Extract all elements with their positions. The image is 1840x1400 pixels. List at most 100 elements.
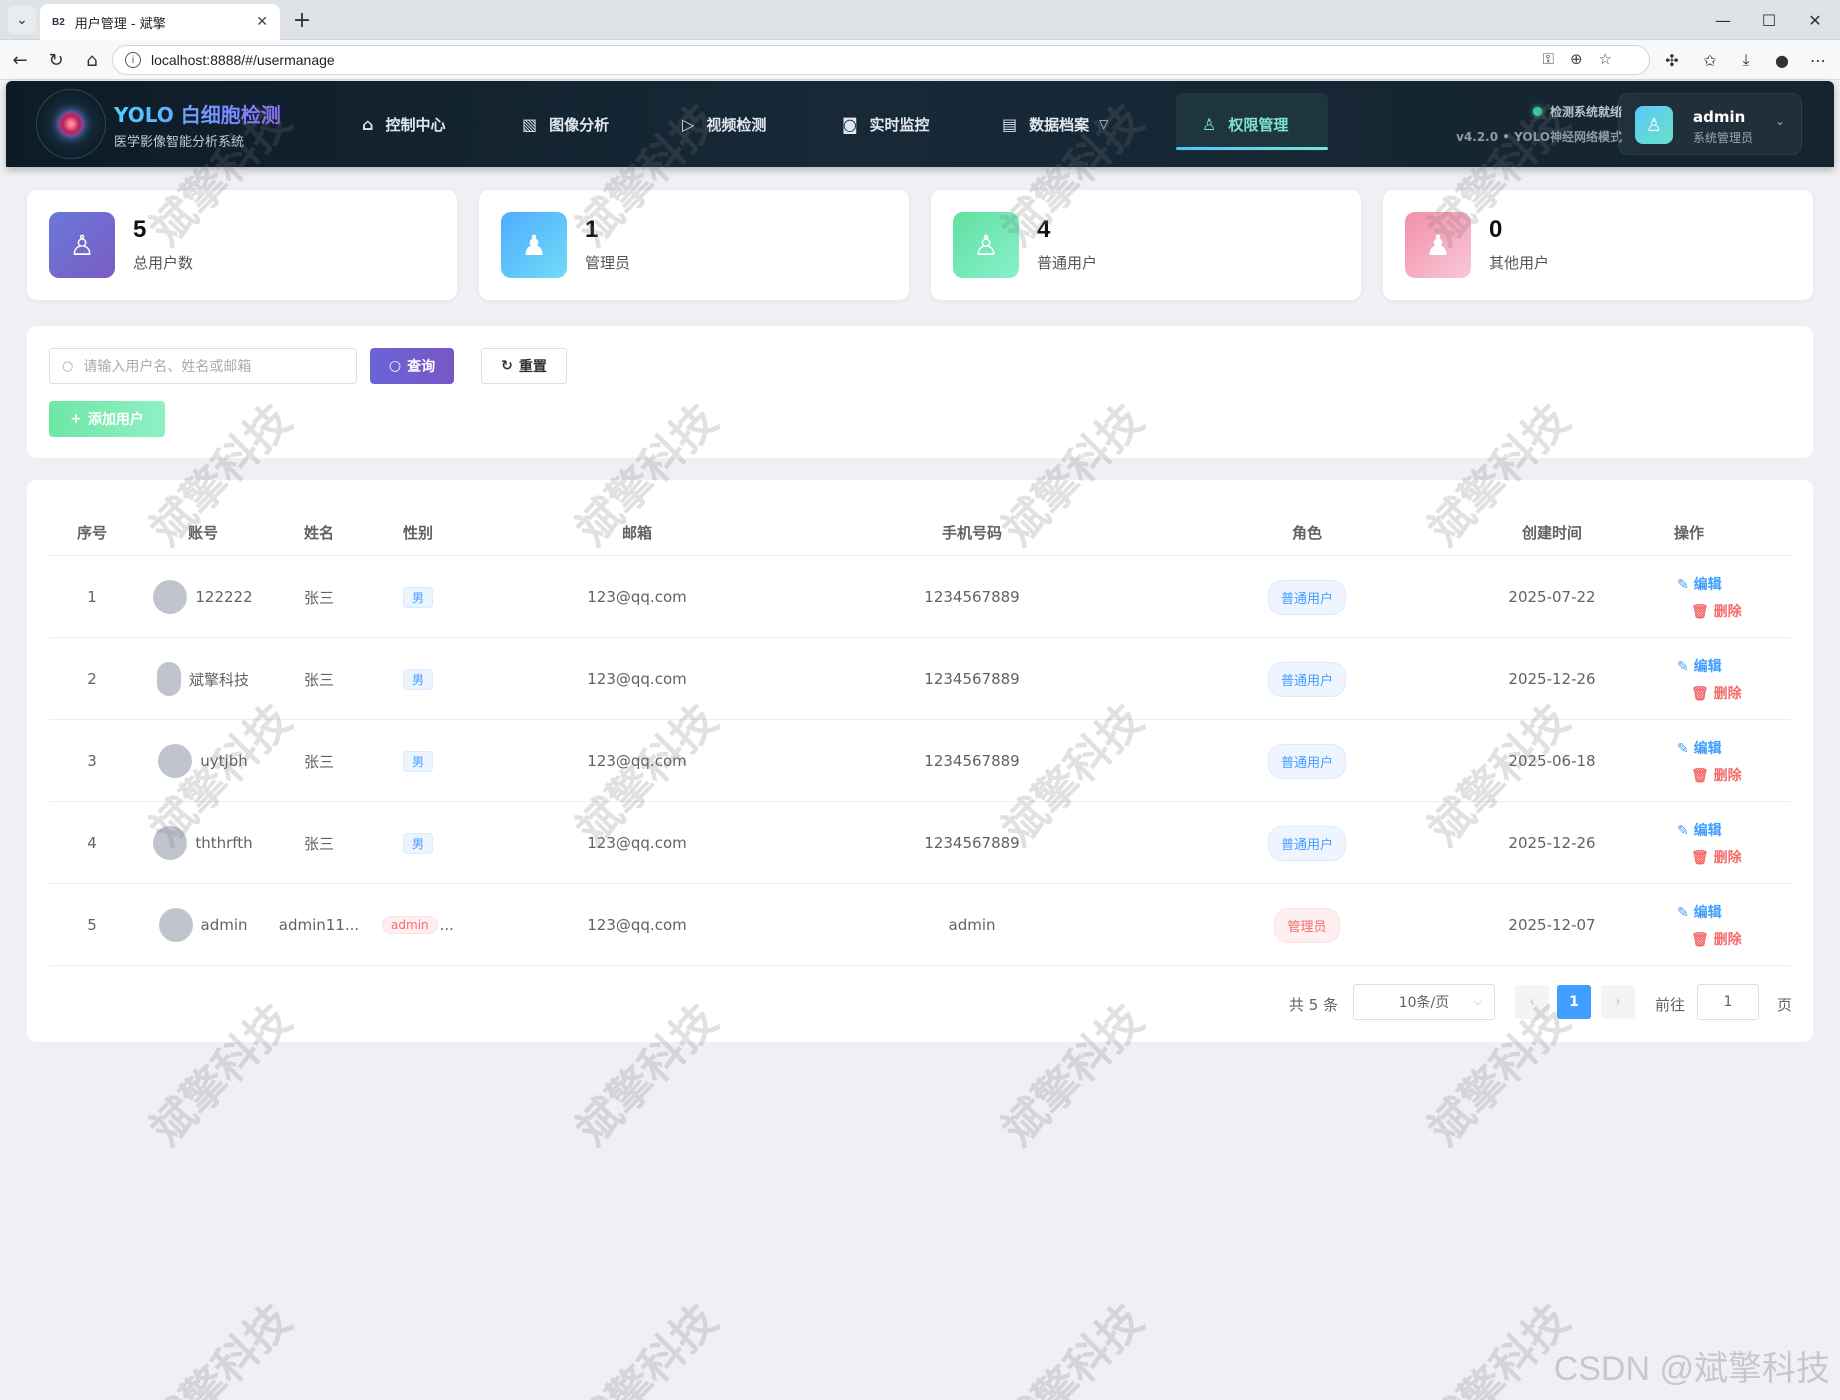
cell-index: 4 (87, 834, 97, 852)
delete-label: 删除 (1713, 768, 1742, 784)
zoom-icon[interactable]: ⊕ (1570, 50, 1583, 68)
brand-subtitle: 医学影像智能分析系统 (114, 135, 245, 150)
delete-button[interactable]: 🗑 删除 (1691, 601, 1742, 621)
delete-button[interactable]: 🗑 删除 (1691, 765, 1742, 785)
refresh-icon: ↻ (501, 358, 513, 374)
new-tab-icon[interactable]: + (288, 6, 316, 34)
nav-item-data-archive[interactable]: ▤ 数据档案 ▽ (1002, 81, 1108, 167)
user-filled-icon: ♟ (1405, 212, 1471, 278)
trash-icon: 🗑 (1691, 932, 1714, 948)
nav-label: 控制中心 (385, 115, 446, 134)
cell-actions: ✎ 编辑 🗑 删除 (1669, 802, 1789, 884)
key-icon[interactable]: ⚿ (1543, 50, 1554, 68)
nav-item-permission[interactable]: ♙ 权限管理 (1202, 81, 1288, 167)
status-led-icon (1532, 107, 1542, 116)
status-text: 检测系统就绪 (1549, 105, 1622, 119)
nav-item-control-center[interactable]: ⌂ 控制中心 (362, 81, 445, 167)
profile-icon[interactable]: ● (1768, 46, 1796, 74)
tab-title: 用户管理 - 斌擎 (74, 16, 166, 32)
nav-label: 图像分析 (549, 115, 610, 134)
edit-button[interactable]: ✎ 编辑 (1677, 902, 1722, 922)
search-icon: ○ (388, 358, 402, 374)
gender-tag: admin (382, 916, 438, 934)
star-icon[interactable]: ☆ (1599, 50, 1612, 68)
close-icon[interactable]: ✕ (256, 14, 268, 30)
image-icon: ▧ (522, 114, 538, 134)
account-text: 斌擎科技 (188, 670, 249, 689)
csdn-watermark: CSDN @斌擎科技 (1553, 1350, 1830, 1388)
nav-label: 权限管理 (1228, 115, 1289, 134)
search-input[interactable]: ○ 请输入用户名、姓名或邮箱 (49, 348, 357, 384)
home-icon[interactable]: ⌂ (78, 46, 106, 74)
tab-list-icon[interactable]: ⌄ (8, 6, 36, 34)
query-button[interactable]: ○ 查询 (370, 348, 454, 384)
nav-item-video-detection[interactable]: ▷ 视频检测 (682, 81, 766, 167)
edit-button[interactable]: ✎ 编辑 (1677, 656, 1722, 676)
back-icon[interactable]: ← (6, 46, 34, 74)
extensions-icon[interactable]: ✣ (1658, 46, 1686, 74)
cell-index: 3 (87, 752, 97, 770)
brand-title: YOLO 白细胞检测 (114, 99, 281, 128)
table-row: 1 122222 张三 男 123@qq.com 1234567889 普通用户… (49, 556, 1791, 638)
minimize-icon[interactable]: — (1700, 0, 1746, 40)
nav-item-image-analysis[interactable]: ▧ 图像分析 (522, 81, 609, 167)
table-row: 4 ththrfth 张三 男 123@qq.com 1234567889 普通… (49, 802, 1791, 884)
trash-icon: 🗑 (1691, 686, 1714, 702)
prev-page-button[interactable]: ‹ (1515, 985, 1549, 1019)
edit-button[interactable]: ✎ 编辑 (1677, 574, 1722, 594)
delete-label: 删除 (1713, 604, 1742, 620)
th-gender: 性别 (402, 524, 433, 542)
user-name: admin (1693, 108, 1746, 126)
table-row: 5 admin admin11... admin ... 123@qq.com … (49, 884, 1791, 966)
cell-account: admin (135, 884, 271, 966)
cell-actions: ✎ 编辑 🗑 删除 (1669, 556, 1789, 638)
page-number-button[interactable]: 1 (1557, 985, 1591, 1019)
role-tag: 普通用户 (1267, 743, 1346, 779)
edit-button[interactable]: ✎ 编辑 (1677, 738, 1722, 758)
avatar (153, 826, 188, 860)
cell-account: 122222 (135, 556, 271, 638)
search-panel: ○ 请输入用户名、姓名或邮箱 ○ 查询 ↻ 重置 + 添加用户 (27, 326, 1813, 458)
more-icon[interactable]: ⋯ (1804, 46, 1832, 74)
table-row: 2 斌擎科技 张三 男 123@qq.com 1234567889 普通用户 2… (49, 638, 1791, 720)
user-icon: ♙ (1202, 114, 1217, 134)
favorites-icon[interactable]: ✩ (1696, 46, 1724, 74)
user-menu[interactable]: ♙ admin 系统管理员 ⌄ (1618, 93, 1802, 155)
nav-label: 实时监控 (869, 115, 930, 134)
gender-tag: 男 (402, 586, 433, 608)
stat-card-admins: ♟ 1 管理员 (479, 190, 909, 300)
window-close-icon[interactable]: ✕ (1792, 0, 1838, 40)
delete-button[interactable]: 🗑 删除 (1691, 683, 1742, 703)
cell-index: 2 (87, 670, 97, 688)
goto-page-input[interactable]: 1 (1697, 984, 1759, 1020)
maximize-icon[interactable]: ☐ (1746, 0, 1792, 40)
edit-icon: ✎ (1677, 823, 1694, 839)
stat-label: 管理员 (585, 254, 631, 272)
home-icon: ⌂ (362, 114, 374, 134)
download-icon[interactable]: ⤓ (1732, 46, 1760, 74)
page-size-select[interactable]: 10条/页 ⌵ (1353, 984, 1495, 1020)
chevron-down-icon: ⌄ (1774, 114, 1785, 128)
edit-label: 编辑 (1693, 577, 1722, 593)
delete-button[interactable]: 🗑 删除 (1691, 847, 1742, 867)
url-text: localhost:8888/#/usermanage (151, 52, 335, 68)
th-phone: 手机号码 (941, 524, 1002, 542)
page-suffix: 页 (1777, 995, 1793, 1014)
stat-card-normal-users: ♙ 4 普通用户 (931, 190, 1361, 300)
next-page-button[interactable]: › (1601, 985, 1635, 1019)
reload-icon[interactable]: ↻ (42, 46, 70, 74)
th-actions: 操作 (1673, 524, 1704, 542)
edit-icon: ✎ (1677, 577, 1694, 593)
browser-tab[interactable]: B2 用户管理 - 斌擎 ✕ (40, 4, 280, 40)
nav-item-live-monitor[interactable]: ◙ 实时监控 (842, 81, 930, 167)
cell-index: 5 (87, 916, 97, 934)
add-user-button[interactable]: + 添加用户 (49, 401, 165, 437)
avatar (153, 580, 188, 614)
reset-button[interactable]: ↻ 重置 (481, 348, 567, 384)
edit-button[interactable]: ✎ 编辑 (1677, 820, 1722, 840)
cell-phone: 1234567889 (924, 752, 1020, 770)
url-input[interactable]: i localhost:8888/#/usermanage (112, 45, 1650, 75)
cell-phone: 1234567889 (924, 834, 1020, 852)
delete-button[interactable]: 🗑 删除 (1691, 929, 1742, 949)
info-icon[interactable]: i (125, 52, 141, 68)
